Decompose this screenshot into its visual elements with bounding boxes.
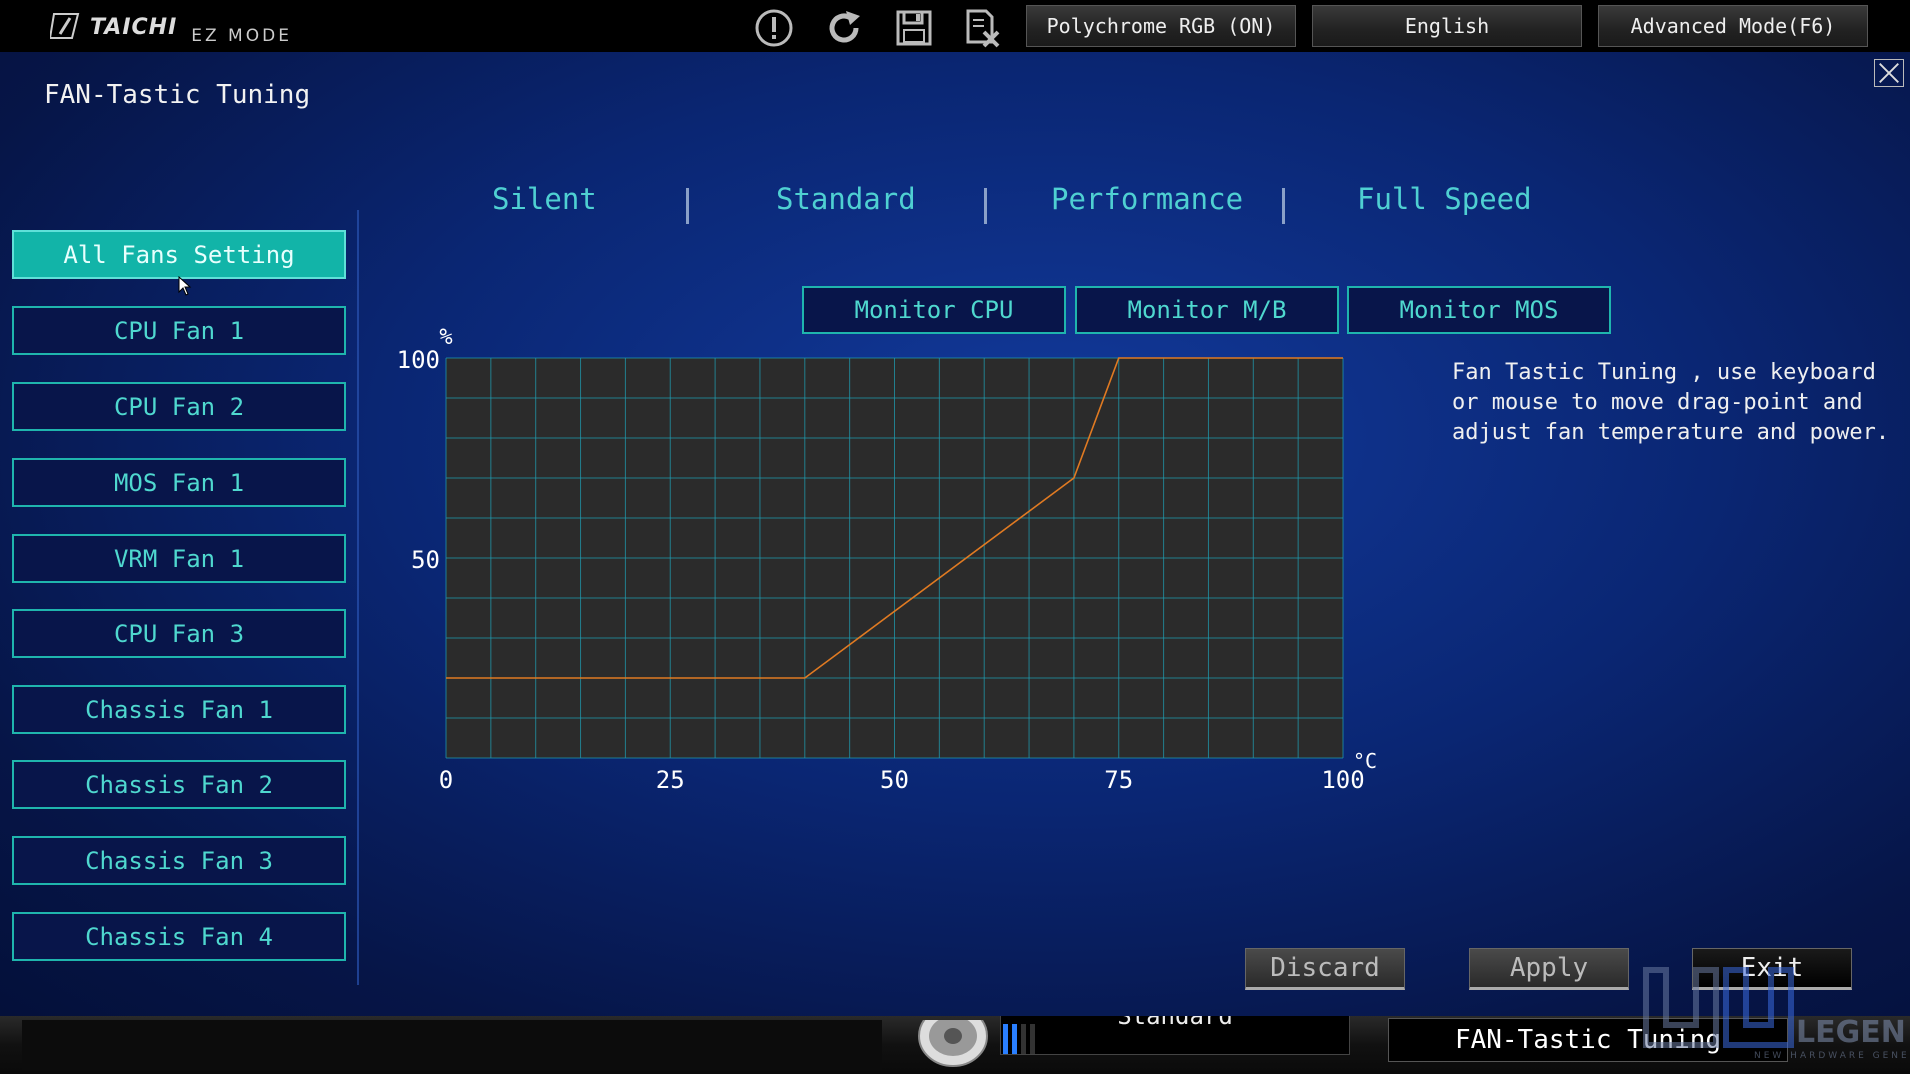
- x-tick-label: 25: [656, 766, 685, 794]
- fan-level-bars: [1003, 1024, 1035, 1054]
- x-tick-label: 75: [1104, 766, 1133, 794]
- apply-button[interactable]: Apply: [1469, 948, 1629, 990]
- fan-profile-display: Standard: [1000, 1016, 1350, 1055]
- y-axis-unit: %: [439, 325, 452, 350]
- fan-curve-chart[interactable]: 0 25 50 75 10010050%°C: [0, 0, 1910, 1074]
- x-tick-label: 0: [439, 766, 453, 794]
- watermark-logo: LEGEND NEW HARDWARE GENERATION: [1643, 967, 1906, 1060]
- x-axis-unit: °C: [1353, 749, 1377, 773]
- bottom-decoration: [22, 1020, 882, 1070]
- bottom-bar: Standard FAN-Tastic Tuning: [0, 1016, 1910, 1074]
- watermark-text: LEGEND: [1796, 1015, 1906, 1050]
- y-tick-label: 50: [411, 546, 440, 574]
- discard-button[interactable]: Discard: [1245, 948, 1405, 990]
- fan-profile-label: Standard: [1117, 1016, 1233, 1030]
- y-tick-label: 100: [397, 346, 440, 374]
- fan-icon: [918, 1020, 988, 1067]
- watermark-subtext: NEW HARDWARE GENERATION: [1754, 1051, 1906, 1060]
- x-tick-label: 50: [880, 766, 909, 794]
